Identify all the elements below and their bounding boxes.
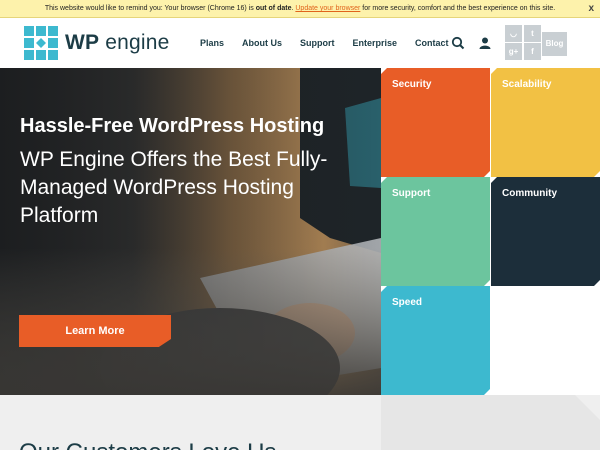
tile-support-label: Support bbox=[392, 188, 431, 199]
tile-security[interactable]: Security bbox=[381, 68, 490, 177]
close-icon[interactable]: x bbox=[588, 0, 594, 18]
browser-update-bar: This website would like to remind you: Y… bbox=[0, 0, 600, 18]
nav-contact[interactable]: Contact bbox=[415, 38, 449, 48]
rss-icon[interactable]: ◡ bbox=[505, 25, 522, 42]
blog-button[interactable]: Blog bbox=[542, 32, 567, 56]
nav-enterprise[interactable]: Enterprise bbox=[353, 38, 398, 48]
facebook-icon[interactable]: f bbox=[524, 43, 541, 60]
main-nav: Plans About Us Support Enterprise Contac… bbox=[200, 18, 467, 68]
tile-community[interactable]: Community bbox=[491, 177, 600, 286]
tile-speed-label: Speed bbox=[392, 297, 423, 308]
tile-support[interactable]: Support bbox=[381, 177, 490, 286]
twitter-icon[interactable]: t bbox=[524, 25, 541, 42]
nav-about-us[interactable]: About Us bbox=[242, 38, 282, 48]
nav-plans[interactable]: Plans bbox=[200, 38, 224, 48]
tile-security-label: Security bbox=[392, 79, 432, 90]
update-text-after: for more security, comfort and the best … bbox=[360, 5, 556, 12]
tile-community-label: Community bbox=[502, 188, 557, 199]
logo[interactable]: WP engine bbox=[24, 26, 170, 60]
customers-heading: Our Customers Love Us bbox=[19, 439, 276, 450]
social-links: ◡ t g+ f Blog bbox=[505, 25, 567, 60]
logo-engine: engine bbox=[105, 31, 170, 54]
tile-speed[interactable]: Speed bbox=[381, 286, 490, 395]
site-header: WP engine Plans About Us Support Enterpr… bbox=[0, 18, 600, 68]
user-account-icon[interactable] bbox=[478, 36, 492, 50]
nav-support[interactable]: Support bbox=[300, 38, 335, 48]
update-browser-link[interactable]: Update your browser bbox=[295, 5, 360, 12]
tile-scalability[interactable]: Scalability bbox=[491, 68, 600, 177]
google-plus-icon[interactable]: g+ bbox=[505, 43, 522, 60]
logo-wp: WP bbox=[65, 31, 100, 54]
wpengine-logo-icon bbox=[24, 26, 58, 60]
update-text-bold: out of date bbox=[255, 5, 292, 12]
learn-more-button[interactable]: Learn More bbox=[19, 315, 171, 347]
tile-scalability-label: Scalability bbox=[502, 79, 552, 90]
update-text-before: This website would like to remind you: Y… bbox=[44, 5, 256, 12]
hero-subtitle: WP Engine Offers the Best Fully-Managed … bbox=[20, 148, 328, 227]
search-icon[interactable] bbox=[451, 36, 465, 50]
hero-banner: Hassle-Free WordPress Hosting WP Engine … bbox=[0, 68, 381, 395]
hero-title: Hassle-Free WordPress Hosting bbox=[20, 115, 325, 137]
customers-section: Our Customers Love Us bbox=[0, 395, 600, 450]
logo-text: WP engine bbox=[65, 31, 170, 55]
